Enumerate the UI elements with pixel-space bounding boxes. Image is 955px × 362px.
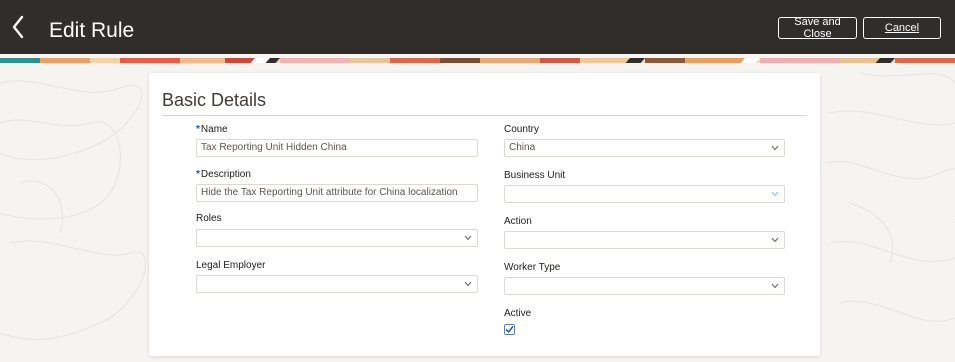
chevron-down-icon	[771, 237, 779, 243]
chevron-left-icon	[12, 15, 24, 39]
roles-label: Roles	[196, 213, 222, 224]
description-label: *Description	[196, 169, 251, 180]
country-value: China	[509, 142, 536, 153]
country-select[interactable]: China	[504, 139, 785, 157]
back-button[interactable]	[8, 14, 30, 40]
legal-employer-label: Legal Employer	[196, 260, 266, 271]
section-divider	[162, 115, 807, 116]
chevron-down-icon	[771, 283, 779, 289]
name-input[interactable]: Tax Reporting Unit Hidden China	[196, 139, 478, 157]
business-unit-select[interactable]	[504, 185, 785, 203]
worker-type-select[interactable]	[504, 277, 785, 295]
description-label-text: Description	[200, 169, 251, 180]
required-marker: *	[196, 124, 200, 135]
required-marker: *	[196, 169, 200, 180]
chevron-down-icon	[464, 281, 472, 287]
basic-details-card: Basic Details *Name Tax Reporting Unit H…	[149, 73, 820, 356]
cancel-button-label: Cancel	[884, 22, 920, 34]
chevron-down-icon	[771, 191, 779, 197]
action-select[interactable]	[504, 231, 785, 249]
chevron-down-icon	[464, 235, 472, 241]
active-checkbox[interactable]	[504, 324, 515, 335]
cancel-button[interactable]: Cancel	[863, 17, 941, 39]
legal-employer-select[interactable]	[196, 275, 478, 293]
name-label: *Name	[196, 124, 228, 135]
checkmark-icon	[505, 326, 514, 333]
action-label: Action	[504, 216, 532, 227]
worker-type-label: Worker Type	[504, 262, 561, 273]
business-unit-label: Business Unit	[504, 170, 566, 181]
country-label: Country	[504, 124, 540, 135]
roles-select[interactable]	[196, 229, 478, 247]
active-label: Active	[504, 308, 532, 319]
section-title: Basic Details	[162, 90, 267, 110]
chevron-down-icon	[771, 145, 779, 151]
name-label-text: Name	[200, 124, 228, 135]
save-and-close-button[interactable]: Save and Close	[778, 16, 857, 40]
page-title: Edit Rule	[49, 19, 135, 42]
description-input[interactable]: Hide the Tax Reporting Unit attribute fo…	[196, 184, 478, 202]
header-bar: Edit Rule Save and Close Cancel	[0, 0, 955, 54]
decorative-banner	[0, 54, 955, 63]
